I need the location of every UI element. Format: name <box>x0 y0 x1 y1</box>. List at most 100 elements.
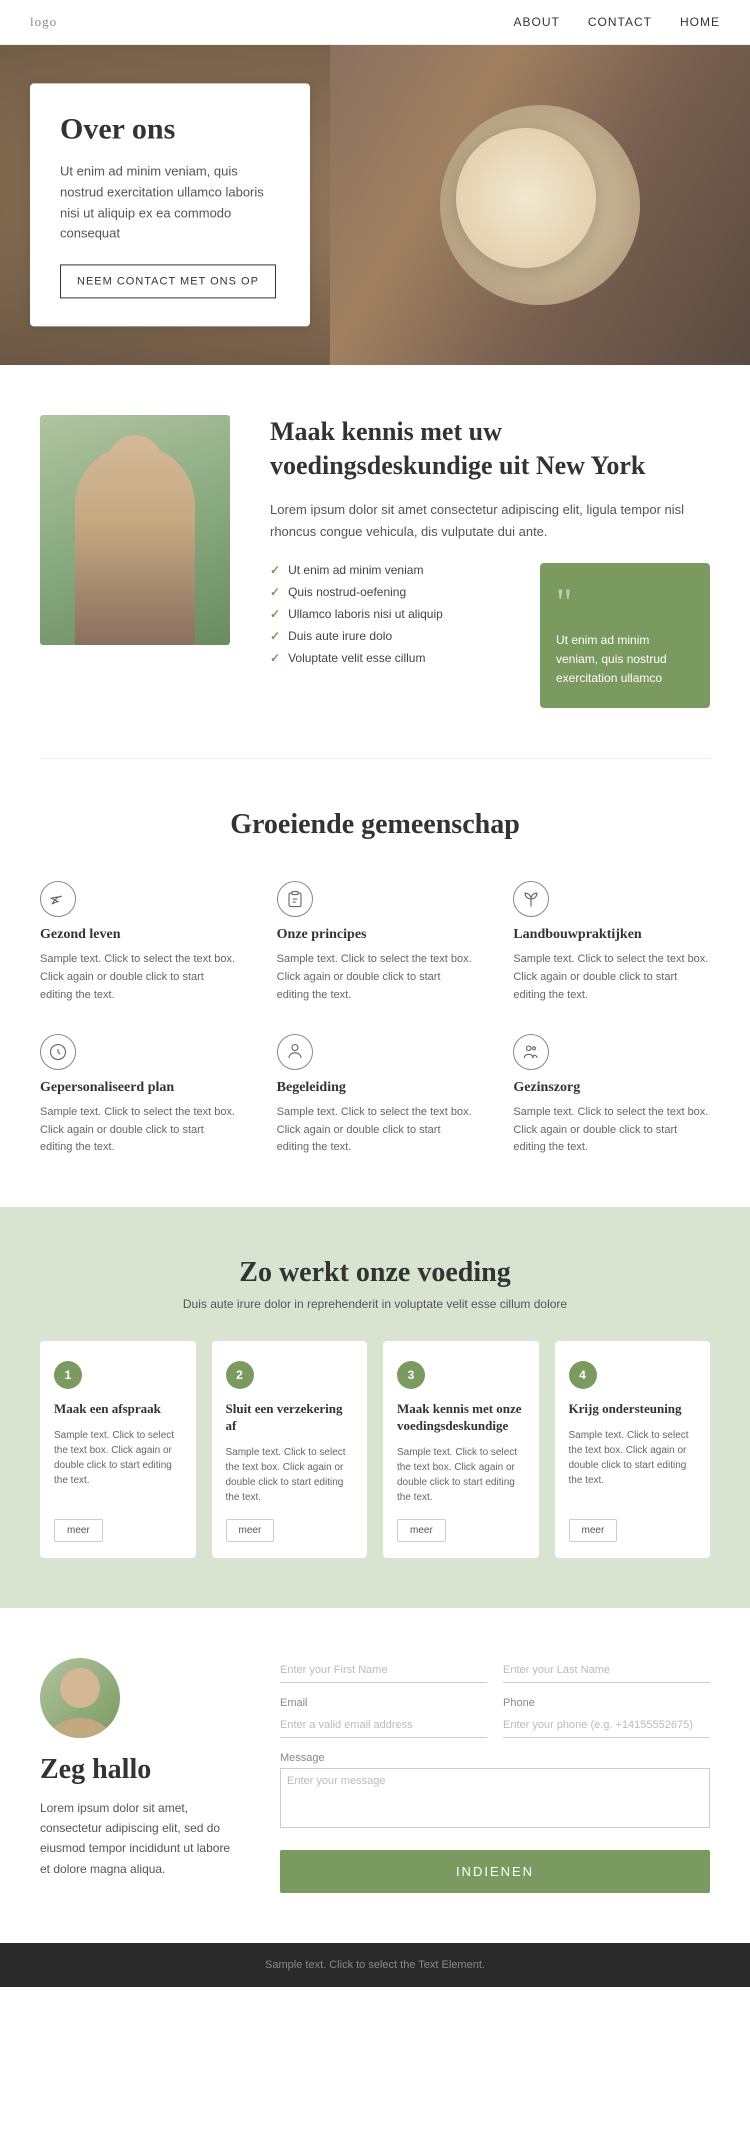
plant-icon <box>513 881 549 917</box>
step-card-2: 3 Maak kennis met onze voedingsdeskundig… <box>383 1341 539 1558</box>
checklist-item-1: Ut enim ad minim veniam <box>270 563 520 577</box>
guide-icon <box>277 1034 313 1070</box>
nav-about[interactable]: ABOUT <box>514 15 560 29</box>
feature-title-1: Onze principes <box>277 927 474 943</box>
checklist-item-5: Voluptate velit esse cillum <box>270 651 520 665</box>
submit-button[interactable]: INDIENEN <box>280 1850 710 1893</box>
nav-contact[interactable]: CONTACT <box>588 15 652 29</box>
hero-title: Over ons <box>60 111 280 147</box>
feature-desc-2: Sample text. Click to select the text bo… <box>513 951 710 1004</box>
about-image <box>40 415 230 645</box>
footer-text: Sample text. Click to select the Text El… <box>16 1959 734 1971</box>
feature-title-2: Landbouwpraktijken <box>513 927 710 943</box>
hero-card: Over ons Ut enim ad minim veniam, quis n… <box>30 83 310 326</box>
step-desc-1: Sample text. Click to select the text bo… <box>226 1445 354 1505</box>
feature-item-3: Gepersonaliseerd plan Sample text. Click… <box>40 1034 237 1157</box>
feature-title-0: Gezond leven <box>40 927 237 943</box>
nav-links: ABOUT CONTACT HOME <box>514 15 720 29</box>
form-group-email: Email <box>280 1697 487 1738</box>
phone-input[interactable] <box>503 1713 710 1738</box>
quote-box: " Ut enim ad minim veniam, quis nostrud … <box>540 563 710 709</box>
step-title-3: Krijg ondersteuning <box>569 1401 697 1418</box>
family-icon <box>513 1034 549 1070</box>
step-card-0: 1 Maak een afspraak Sample text. Click t… <box>40 1341 196 1558</box>
how-section: Zo werkt onze voeding Duis aute irure do… <box>0 1207 750 1608</box>
about-title: Maak kennis met uw voedingsdeskundige ui… <box>270 415 710 483</box>
phone-label: Phone <box>503 1697 710 1709</box>
nav-home[interactable]: HOME <box>680 15 720 29</box>
how-title: Zo werkt onze voeding <box>40 1257 710 1289</box>
step-more-1[interactable]: meer <box>226 1519 275 1542</box>
checklist-item-3: Ullamco laboris nisi ut aliquip <box>270 607 520 621</box>
quote-text: Ut enim ad minim veniam, quis nostrud ex… <box>556 631 694 689</box>
step-number-2: 3 <box>397 1361 425 1389</box>
feature-desc-1: Sample text. Click to select the text bo… <box>277 951 474 1004</box>
chart-icon <box>40 1034 76 1070</box>
feature-item-5: Gezinszorg Sample text. Click to select … <box>513 1034 710 1157</box>
contact-section: Zeg hallo Lorem ipsum dolor sit amet, co… <box>0 1608 750 1943</box>
step-number-3: 4 <box>569 1361 597 1389</box>
about-bottom: Ut enim ad minim veniam Quis nostrud-oef… <box>270 563 710 709</box>
about-description: Lorem ipsum dolor sit amet consectetur a… <box>270 499 710 543</box>
step-more-0[interactable]: meer <box>54 1519 103 1542</box>
contact-avatar <box>40 1658 120 1738</box>
quote-mark-icon: " <box>556 583 694 623</box>
avatar-svg <box>40 1658 120 1738</box>
hero-section: Over ons Ut enim ad minim veniam, quis n… <box>0 45 750 365</box>
form-group-lastname <box>503 1658 710 1683</box>
step-more-3[interactable]: meer <box>569 1519 618 1542</box>
feature-desc-3: Sample text. Click to select the text bo… <box>40 1104 237 1157</box>
checklist-item-4: Duis aute irure dolo <box>270 629 520 643</box>
contact-form: Email Phone Message INDIENEN <box>280 1658 710 1893</box>
leaf-icon <box>40 881 76 917</box>
email-label: Email <box>280 1697 487 1709</box>
form-group-firstname <box>280 1658 487 1683</box>
step-title-0: Maak een afspraak <box>54 1401 182 1418</box>
checklist-item-2: Quis nostrud-oefening <box>270 585 520 599</box>
message-input[interactable] <box>280 1768 710 1828</box>
form-row-name <box>280 1658 710 1683</box>
step-desc-3: Sample text. Click to select the text bo… <box>569 1428 697 1505</box>
contact-description: Lorem ipsum dolor sit amet, consectetur … <box>40 1798 240 1880</box>
step-title-1: Sluit een verzekering af <box>226 1401 354 1435</box>
how-subtitle: Duis aute irure dolor in reprehenderit i… <box>40 1297 710 1311</box>
form-group-phone: Phone <box>503 1697 710 1738</box>
feature-item-0: Gezond leven Sample text. Click to selec… <box>40 881 237 1004</box>
person-body <box>75 445 195 645</box>
feature-desc-5: Sample text. Click to select the text bo… <box>513 1104 710 1157</box>
contact-button[interactable]: NEEM CONTACT MET ONS OP <box>60 265 276 299</box>
community-section: Groeiende gemeenschap Gezond leven Sampl… <box>0 759 750 1207</box>
step-number-0: 1 <box>54 1361 82 1389</box>
last-name-input[interactable] <box>503 1658 710 1683</box>
navbar: logo ABOUT CONTACT HOME <box>0 0 750 45</box>
community-title: Groeiende gemeenschap <box>40 809 710 841</box>
feature-item-4: Begeleiding Sample text. Click to select… <box>277 1034 474 1157</box>
step-desc-0: Sample text. Click to select the text bo… <box>54 1428 182 1505</box>
checklist: Ut enim ad minim veniam Quis nostrud-oef… <box>270 563 520 709</box>
feature-title-3: Gepersonaliseerd plan <box>40 1080 237 1096</box>
feature-title-4: Begeleiding <box>277 1080 474 1096</box>
form-row-email-phone: Email Phone <box>280 1697 710 1738</box>
step-more-2[interactable]: meer <box>397 1519 446 1542</box>
form-group-message: Message <box>280 1752 710 1828</box>
clipboard-icon <box>277 881 313 917</box>
first-name-input[interactable] <box>280 1658 487 1683</box>
feature-desc-4: Sample text. Click to select the text bo… <box>277 1104 474 1157</box>
message-label: Message <box>280 1752 710 1764</box>
step-card-3: 4 Krijg ondersteuning Sample text. Click… <box>555 1341 711 1558</box>
features-grid: Gezond leven Sample text. Click to selec… <box>40 881 710 1157</box>
about-section: Maak kennis met uw voedingsdeskundige ui… <box>0 365 750 758</box>
step-number-1: 2 <box>226 1361 254 1389</box>
about-content: Maak kennis met uw voedingsdeskundige ui… <box>270 415 710 708</box>
feature-item-1: Onze principes Sample text. Click to sel… <box>277 881 474 1004</box>
hero-description: Ut enim ad minim veniam, quis nostrud ex… <box>60 161 280 244</box>
contact-left: Zeg hallo Lorem ipsum dolor sit amet, co… <box>40 1658 240 1893</box>
feature-desc-0: Sample text. Click to select the text bo… <box>40 951 237 1004</box>
steps-grid: 1 Maak een afspraak Sample text. Click t… <box>40 1341 710 1558</box>
step-card-1: 2 Sluit een verzekering af Sample text. … <box>212 1341 368 1558</box>
email-input[interactable] <box>280 1713 487 1738</box>
contact-greeting: Zeg hallo <box>40 1754 240 1786</box>
hero-food-visual <box>330 45 750 365</box>
logo: logo <box>30 14 57 30</box>
feature-item-2: Landbouwpraktijken Sample text. Click to… <box>513 881 710 1004</box>
